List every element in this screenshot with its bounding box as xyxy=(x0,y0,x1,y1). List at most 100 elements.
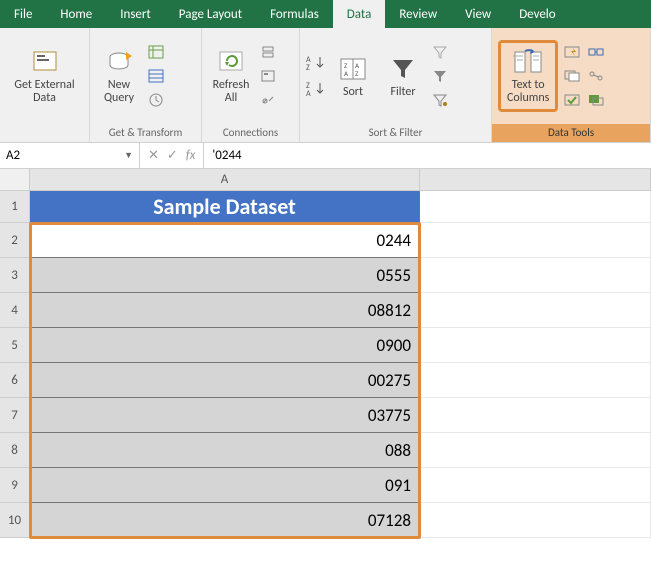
sort-button[interactable]: ZAAZ Sort xyxy=(330,52,376,101)
edit-links-icon[interactable] xyxy=(258,90,278,110)
advanced-filter-icon[interactable] xyxy=(430,90,450,110)
group-data-tools: Text to Columns Data Tools xyxy=(492,28,651,142)
data-model-icon[interactable] xyxy=(586,90,606,110)
row-header-3[interactable]: 3 xyxy=(0,258,30,293)
new-query-icon xyxy=(104,47,134,77)
tab-developer[interactable]: Develo xyxy=(505,0,569,28)
cancel-icon[interactable]: ✕ xyxy=(148,148,159,163)
get-external-data-button[interactable]: Get External Data xyxy=(6,45,83,107)
name-box-value: A2 xyxy=(6,148,20,163)
get-external-data-label: Get External Data xyxy=(14,79,74,105)
recent-sources-icon[interactable] xyxy=(146,90,166,110)
tab-view[interactable]: View xyxy=(451,0,505,28)
az-za-icons: AZ ZA xyxy=(306,53,326,99)
consolidate-icon[interactable] xyxy=(586,42,606,62)
sort-icon: ZAAZ xyxy=(338,54,368,84)
fx-buttons: ✕ ✓ fx xyxy=(140,143,204,168)
tab-review[interactable]: Review xyxy=(385,0,451,28)
cell-a5[interactable]: 0900 xyxy=(30,328,420,363)
chevron-down-icon[interactable]: ▼ xyxy=(124,150,133,161)
row-header-4[interactable]: 4 xyxy=(0,293,30,328)
cell-b5[interactable] xyxy=(420,328,651,363)
ribbon: Get External Data New Query Get & Transf… xyxy=(0,28,651,143)
cell-a4[interactable]: 08812 xyxy=(30,293,420,328)
cell-b4[interactable] xyxy=(420,293,651,328)
fx-icon[interactable]: fx xyxy=(186,148,196,163)
cell-b3[interactable] xyxy=(420,258,651,293)
cell-a1[interactable]: Sample Dataset xyxy=(30,191,420,223)
group-label-get-transform: Get & Transform xyxy=(90,124,201,142)
cell-b6[interactable] xyxy=(420,363,651,398)
row-header-9[interactable]: 9 xyxy=(0,468,30,503)
row-header-8[interactable]: 8 xyxy=(0,433,30,468)
formula-input[interactable]: '0244 xyxy=(204,148,651,163)
row-4: 4 08812 xyxy=(0,293,651,328)
row-header-10[interactable]: 10 xyxy=(0,503,30,538)
flash-fill-icon[interactable] xyxy=(562,42,582,62)
cell-a9[interactable]: 091 xyxy=(30,468,420,503)
connections-icon[interactable] xyxy=(258,42,278,62)
enter-icon[interactable]: ✓ xyxy=(167,148,178,163)
filter-icon xyxy=(388,54,418,84)
from-table-icon[interactable] xyxy=(146,66,166,86)
cell-a10[interactable]: 07128 xyxy=(30,503,420,538)
tab-insert[interactable]: Insert xyxy=(106,0,165,28)
column-header-rest[interactable] xyxy=(420,169,651,191)
cell-b1[interactable] xyxy=(420,191,651,223)
cell-b8[interactable] xyxy=(420,433,651,468)
row-header-5[interactable]: 5 xyxy=(0,328,30,363)
row-header-2[interactable]: 2 xyxy=(0,223,30,258)
text-to-columns-icon xyxy=(513,47,543,77)
row-header-7[interactable]: 7 xyxy=(0,398,30,433)
row-3: 3 0555 xyxy=(0,258,651,293)
cell-a8[interactable]: 088 xyxy=(30,433,420,468)
conn-side-icons xyxy=(258,42,278,110)
row-9: 9 091 xyxy=(0,468,651,503)
sort-label: Sort xyxy=(343,86,363,99)
cell-a6[interactable]: 00275 xyxy=(30,363,420,398)
filter-button[interactable]: Filter xyxy=(380,52,426,101)
tab-formulas[interactable]: Formulas xyxy=(256,0,333,28)
tab-home[interactable]: Home xyxy=(46,0,106,28)
cell-b10[interactable] xyxy=(420,503,651,538)
reapply-icon[interactable] xyxy=(430,66,450,86)
name-box[interactable]: A2 ▼ xyxy=(0,143,140,168)
select-all-triangle[interactable] xyxy=(0,169,30,191)
group-external-data: Get External Data xyxy=(0,28,90,142)
row-header-6[interactable]: 6 xyxy=(0,363,30,398)
data-validation-icon[interactable] xyxy=(562,90,582,110)
text-to-columns-button[interactable]: Text to Columns xyxy=(498,40,558,112)
sort-za-icon[interactable]: ZA xyxy=(306,79,326,99)
relationships-icon[interactable] xyxy=(586,66,606,86)
group-label-connections: Connections xyxy=(202,124,299,142)
tab-data[interactable]: Data xyxy=(333,0,386,28)
cell-a2[interactable]: 0244 xyxy=(30,223,420,258)
row-10: 10 07128 xyxy=(0,503,651,538)
cell-a7[interactable]: 03775 xyxy=(30,398,420,433)
clear-filter-icon[interactable] xyxy=(430,42,450,62)
svg-text:A: A xyxy=(306,89,311,98)
column-header-a[interactable]: A xyxy=(30,169,420,191)
tab-file[interactable]: File xyxy=(0,0,46,28)
group-label-external xyxy=(0,124,89,142)
new-query-button[interactable]: New Query xyxy=(96,45,142,107)
group-label-sort-filter: Sort & Filter xyxy=(300,124,491,142)
svg-text:Z: Z xyxy=(306,63,310,72)
cell-b7[interactable] xyxy=(420,398,651,433)
properties-icon[interactable] xyxy=(258,66,278,86)
refresh-icon xyxy=(216,47,246,77)
refresh-label: Refresh All xyxy=(213,79,250,105)
group-connections: Refresh All Connections xyxy=(202,28,300,142)
new-query-label: New Query xyxy=(104,79,134,105)
row-header-1[interactable]: 1 xyxy=(0,191,30,223)
remove-duplicates-icon[interactable] xyxy=(562,66,582,86)
row-8: 8 088 xyxy=(0,433,651,468)
cell-a3[interactable]: 0555 xyxy=(30,258,420,293)
show-queries-icon[interactable] xyxy=(146,42,166,62)
sort-az-icon[interactable]: AZ xyxy=(306,53,326,73)
cell-b2[interactable] xyxy=(420,223,651,258)
cell-b9[interactable] xyxy=(420,468,651,503)
tab-page-layout[interactable]: Page Layout xyxy=(165,0,256,28)
text-to-columns-label: Text to Columns xyxy=(507,79,549,105)
refresh-all-button[interactable]: Refresh All xyxy=(208,45,254,107)
